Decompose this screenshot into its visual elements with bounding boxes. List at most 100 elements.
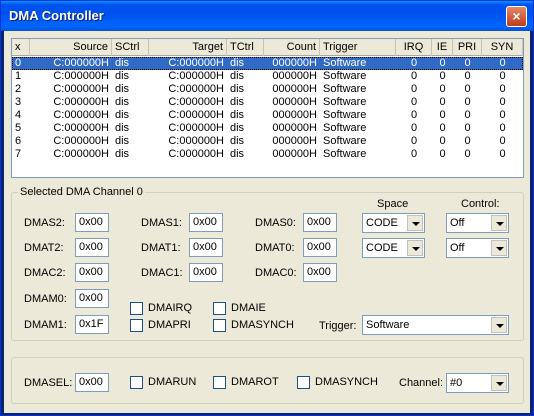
list-cell: 000000H [272,109,317,121]
list-cell: 0 [499,135,506,147]
list-cell: 000000H [272,96,317,108]
list-cell: Software [323,70,367,82]
list-cell: dis [115,135,130,147]
dmas0-field[interactable]: 0x00 [303,213,337,232]
column-header[interactable]: Trigger [320,39,396,56]
list-cell: dis [115,70,130,82]
dmat2-field[interactable]: 0x00 [75,238,109,257]
channel-value: #0 [450,377,463,389]
list-cell: C:000000H [168,148,224,160]
list-cell: dis [230,135,245,147]
column-header[interactable]: SYN [482,39,523,56]
list-cell: 000000H [272,135,317,147]
list-cell: C:000000H [53,70,109,82]
dmac0-label: DMAC0: [255,267,297,279]
column-header[interactable]: x [12,39,30,56]
dmairq-label[interactable]: DMAIRQ [148,302,192,315]
column-header[interactable]: IRQ [396,39,432,56]
dmas1-field[interactable]: 0x00 [189,213,223,232]
dma-controller-window: DMA Controller × x Source SCtrl Target TCtrl… [0,0,534,416]
trigger-value: Software [366,319,410,331]
list-cell: 0 [464,70,471,82]
list-cell: 3 [15,96,22,108]
column-header[interactable]: PRI [453,39,482,56]
list-row[interactable]: 6 C:000000H dis C:000000H dis 000000H Software… [12,135,523,148]
chevron-down-icon[interactable] [407,240,423,256]
list-row[interactable]: 5 C:000000H dis C:000000H dis 000000H Software… [12,122,523,135]
trigger-select[interactable]: Software [362,315,509,335]
list-row[interactable]: 1 C:000000H dis C:000000H dis 000000H Software… [12,70,523,83]
channel-select[interactable]: #0 [446,373,509,393]
dmaie-label[interactable]: DMAIE [231,302,266,315]
chevron-down-icon[interactable] [491,375,507,391]
control-source-select[interactable]: Off [446,213,509,233]
chevron-down-icon[interactable] [491,215,507,231]
space-target-value: CODE [366,242,398,254]
dmasel-field[interactable]: 0x00 [75,373,109,392]
chevron-down-icon[interactable] [491,240,507,256]
dmam0-field[interactable]: 0x00 [75,289,109,308]
list-row[interactable]: 2 C:000000H dis C:000000H dis 000000H Software… [12,83,523,96]
control-label: Control: [461,198,500,210]
chevron-down-icon[interactable] [407,215,423,231]
dmasynch-label[interactable]: DMASYNCH [231,319,294,332]
list-row[interactable]: 4 C:000000H dis C:000000H dis 000000H Software… [12,109,523,122]
column-header[interactable]: IE [432,39,453,56]
dmasynch-bottom-label[interactable]: DMASYNCH [315,376,378,389]
close-icon: × [512,8,521,24]
close-button[interactable]: × [506,6,527,27]
list-row[interactable]: 3 C:000000H dis C:000000H dis 000000H Software… [12,96,523,109]
list-cell: 0 [410,122,418,134]
column-header[interactable]: Count [264,39,320,56]
chevron-down-icon[interactable] [491,317,507,333]
title-bar[interactable]: DMA Controller × [1,1,533,31]
list-cell: dis [115,57,130,69]
list-cell: 000000H [272,83,317,95]
dmapri-label[interactable]: DMAPRI [148,319,191,332]
space-source-select[interactable]: CODE [362,213,425,233]
dmaie-checkbox[interactable] [213,302,226,315]
trigger-label: Trigger: [319,320,357,332]
column-header[interactable]: SCtrl [112,39,149,56]
dmarun-checkbox[interactable] [130,376,143,389]
list-cell: C:000000H [168,70,224,82]
dmairq-checkbox[interactable] [130,302,143,315]
dmapri-checkbox[interactable] [130,319,143,332]
dmac0-field[interactable]: 0x00 [303,263,337,282]
list-cell: 0 [439,57,446,69]
dmam1-field[interactable]: 0x1F [75,315,109,334]
space-source-value: CODE [366,217,398,229]
dmarot-checkbox[interactable] [213,376,226,389]
column-header[interactable]: Source [30,39,112,56]
dmat0-field[interactable]: 0x00 [303,238,337,257]
list-row[interactable]: 0 C:000000H dis C:000000H dis 000000H Software… [12,57,523,70]
list-cell: 4 [15,109,22,121]
dma-channel-list[interactable]: x Source SCtrl Target TCtrl Count Trigger IRQ IE… [11,38,524,178]
dmam0-label: DMAM0: [24,293,67,305]
selected-channel-group-label: Selected DMA Channel 0 [18,186,145,198]
column-header[interactable]: Target [149,39,227,56]
column-header[interactable]: TCtrl [227,39,264,56]
list-cell: 0 [499,96,506,108]
list-cell: 0 [464,96,471,108]
list-cell: 0 [499,70,506,82]
list-cell: 0 [410,83,418,95]
dmac1-field[interactable]: 0x00 [189,263,223,282]
list-row[interactable]: 7 C:000000H dis C:000000H dis 000000H Software… [12,148,523,161]
list-cell: dis [230,109,245,121]
list-cell: 000000H [272,122,317,134]
list-cell: 7 [15,148,22,160]
dmasynch-checkbox[interactable] [213,319,226,332]
dmas2-field[interactable]: 0x00 [75,213,109,232]
window-title: DMA Controller [9,8,104,23]
dmac2-field[interactable]: 0x00 [75,263,109,282]
dmat1-field[interactable]: 0x00 [189,238,223,257]
dmasynch-bottom-checkbox[interactable] [297,376,310,389]
list-cell: 0 [439,109,446,121]
control-target-select[interactable]: Off [446,238,509,258]
dmarot-label[interactable]: DMAROT [231,376,279,389]
dmarun-label[interactable]: DMARUN [148,376,196,389]
space-target-select[interactable]: CODE [362,238,425,258]
list-cell: 0 [410,109,418,121]
control-source-value: Off [450,217,465,229]
